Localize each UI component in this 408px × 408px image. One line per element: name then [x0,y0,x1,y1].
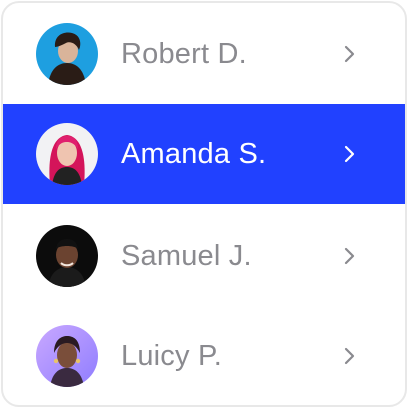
person-avatar-icon [36,225,98,287]
chevron-right-icon [343,44,357,64]
person-name: Samuel J. [121,239,252,272]
person-avatar-icon [36,123,98,185]
person-name: Luicy P. [121,339,223,372]
list-item-luicy[interactable]: Luicy P. [3,306,405,405]
avatar [36,325,98,387]
person-name: Amanda S. [121,137,267,170]
list-item-robert[interactable]: Robert D. [3,4,405,104]
list-item-amanda[interactable]: Amanda S. [3,104,405,204]
chevron-right-icon [343,246,357,266]
avatar [36,123,98,185]
contact-list-card: Robert D. Amanda S. Samuel J. Luicy P. [1,1,407,407]
chevron-right-icon [343,346,357,366]
list-item-samuel[interactable]: Samuel J. [3,206,405,306]
avatar [36,225,98,287]
avatar [36,23,98,85]
person-avatar-icon [36,325,98,387]
person-avatar-icon [36,23,98,85]
chevron-right-icon [343,144,357,164]
person-name: Robert D. [121,37,247,70]
